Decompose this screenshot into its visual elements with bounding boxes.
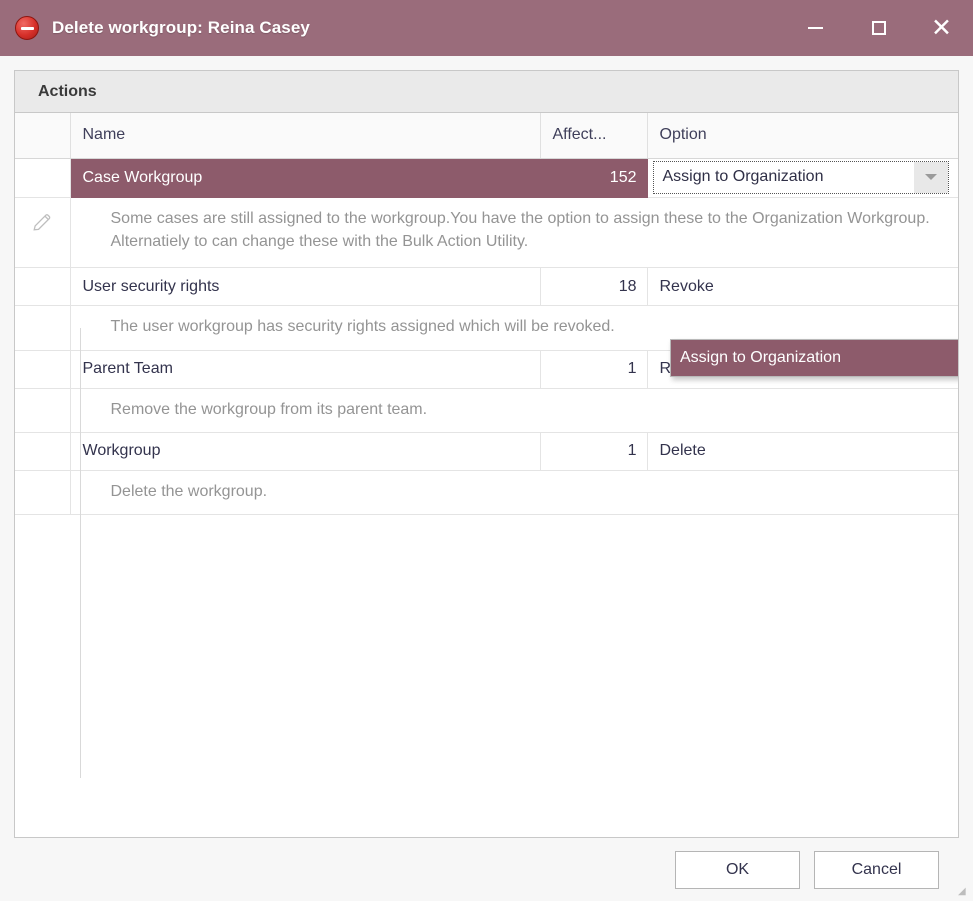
- dropdown-option[interactable]: Assign to Organization: [671, 340, 958, 376]
- cell-affected: 1: [540, 432, 648, 471]
- column-header-affected[interactable]: Affect...: [540, 113, 648, 159]
- row-description: Remove the workgroup from its parent tea…: [15, 388, 958, 433]
- row-gutter: [15, 470, 71, 516]
- group-header-actions: Actions: [15, 71, 958, 113]
- cell-affected: 18: [540, 267, 648, 307]
- cell-option[interactable]: Delete: [647, 432, 958, 471]
- row-description: Some cases are still assigned to the wor…: [15, 197, 958, 269]
- minimize-button[interactable]: [784, 0, 847, 56]
- cell-option[interactable]: Assign to Organization: [647, 158, 958, 198]
- cell-affected: 152: [540, 158, 648, 198]
- option-combobox[interactable]: Assign to Organization: [652, 160, 949, 194]
- table-row[interactable]: User security rights 18 Revoke: [15, 267, 958, 307]
- description-text: Some cases are still assigned to the wor…: [70, 197, 958, 269]
- table-header-row: Name Affect... Option: [15, 113, 958, 159]
- dialog-footer: OK Cancel ◢: [14, 838, 966, 901]
- column-header-name[interactable]: Name: [70, 113, 541, 159]
- option-combobox-value: Assign to Organization: [662, 168, 824, 185]
- close-icon: ✕: [931, 13, 952, 42]
- resize-grip[interactable]: ◢: [958, 887, 970, 899]
- maximize-button[interactable]: [847, 0, 910, 56]
- row-gutter: [15, 432, 71, 471]
- window-title: Delete workgroup: Reina Casey: [52, 18, 310, 37]
- dialog-body: Actions Name Affect... Option Case Workg…: [0, 56, 973, 901]
- row-gutter: [15, 305, 71, 351]
- description-text: Remove the workgroup from its parent tea…: [70, 388, 958, 433]
- cell-option[interactable]: Revoke: [647, 267, 958, 307]
- row-gutter: [15, 267, 71, 307]
- delete-workgroup-dialog: Delete workgroup: Reina Casey ✕ Actions: [0, 0, 973, 901]
- table-row[interactable]: Workgroup 1 Delete: [15, 432, 958, 471]
- no-entry-delete-icon: [14, 15, 40, 41]
- cell-name: User security rights: [70, 267, 541, 307]
- column-header-option[interactable]: Option: [647, 113, 958, 159]
- column-header-gutter: [15, 113, 71, 159]
- tree-hierarchy-line: [80, 328, 81, 778]
- row-gutter: [15, 350, 71, 389]
- window-controls: ✕: [784, 0, 973, 56]
- pencil-edit-icon: [33, 213, 51, 231]
- close-button[interactable]: ✕: [910, 0, 973, 56]
- cell-name: Case Workgroup: [70, 158, 541, 198]
- table-row[interactable]: Case Workgroup 152 Assign to Organizatio…: [15, 158, 958, 198]
- cell-name: Workgroup: [70, 432, 541, 471]
- chevron-down-icon[interactable]: [913, 161, 948, 193]
- row-description: Delete the workgroup.: [15, 470, 958, 516]
- cell-name: Parent Team: [70, 350, 541, 389]
- cancel-button[interactable]: Cancel: [814, 850, 939, 889]
- description-text: Delete the workgroup.: [70, 470, 958, 516]
- actions-panel: Actions Name Affect... Option Case Workg…: [14, 70, 959, 838]
- title-bar[interactable]: Delete workgroup: Reina Casey ✕: [0, 0, 973, 56]
- maximize-icon: [871, 21, 886, 35]
- row-gutter-edit[interactable]: [15, 197, 71, 269]
- cell-affected: 1: [540, 350, 648, 389]
- actions-grid: Name Affect... Option Case Workgroup 152: [15, 113, 958, 837]
- row-gutter: [15, 388, 71, 433]
- option-dropdown-list[interactable]: Assign to Organization: [670, 339, 958, 377]
- ok-button[interactable]: OK: [675, 850, 800, 889]
- row-gutter: [15, 158, 71, 198]
- minimize-icon: [808, 27, 823, 29]
